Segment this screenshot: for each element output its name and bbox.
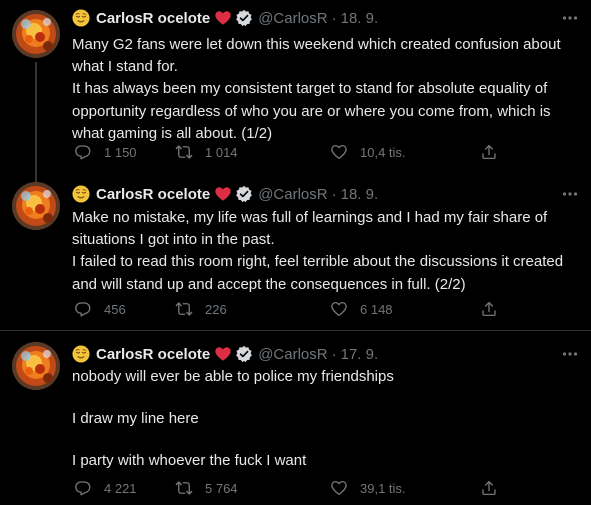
tweet-text-line: I draw my line here [72,410,199,428]
like-count: 6 148 [360,301,393,317]
retweet-button[interactable]: 1 014 [175,142,238,162]
retweet-count: 5 764 [205,480,238,496]
reply-button[interactable]: 1 150 [74,142,137,162]
reply-icon [74,300,92,318]
reply-button[interactable]: 4 221 [74,478,137,498]
red-heart-emoji-icon [214,9,232,27]
tweet-text-line: Make no mistake, my life was full of lea… [72,209,548,249]
more-icon[interactable] [561,8,579,28]
more-icon[interactable] [561,184,579,204]
tweet-actions: 1 150 1 014 10,4 tis. [72,142,502,162]
like-button[interactable]: 39,1 tis. [330,478,406,498]
share-button[interactable] [480,478,498,498]
tweet-text-line: I failed to read this room right, feel t… [72,253,564,293]
red-heart-emoji-icon [214,185,232,203]
tweet-actions: 4 221 5 764 39,1 tis. [72,478,502,498]
reply-count: 1 150 [104,144,137,160]
reply-icon [74,479,92,497]
author-handle[interactable]: @CarlosR [258,10,327,27]
retweet-icon [175,300,193,318]
tweet-header: CarlosR ocelote @CarlosR · 18. 9. [72,8,579,28]
avatar[interactable] [12,182,60,230]
verified-badge-icon [235,9,253,27]
tweet-text-line: I party with whoever the fuck I want [72,452,307,470]
like-button[interactable]: 10,4 tis. [330,142,406,162]
retweet-count: 226 [205,301,227,317]
reply-button[interactable]: 456 [74,299,126,319]
retweet-button[interactable]: 226 [175,299,227,319]
author-name[interactable]: CarlosR ocelote [96,186,210,203]
like-count: 10,4 tis. [360,144,406,160]
share-icon [480,300,498,318]
relieved-face-emoji-icon [72,345,90,363]
reply-count: 456 [104,301,126,317]
separator-dot: · [331,345,337,363]
retweet-count: 1 014 [205,144,238,160]
tweet-date[interactable]: 18. 9. [341,186,379,203]
retweet-icon [175,479,193,497]
share-button[interactable] [480,142,498,162]
tweet[interactable]: CarlosR ocelote @CarlosR · 18. 9. Many G… [0,0,591,182]
share-button[interactable] [480,299,498,319]
red-heart-emoji-icon [214,345,232,363]
share-icon [480,143,498,161]
avatar[interactable] [12,10,60,58]
relieved-face-emoji-icon [72,185,90,203]
tweet-date[interactable]: 18. 9. [341,10,379,27]
author-name[interactable]: CarlosR ocelote [96,346,210,363]
author-handle[interactable]: @CarlosR [258,186,327,203]
tweet-actions: 456 226 6 148 [72,299,502,319]
tweet-text: nobody will ever be able to police my fr… [72,366,582,493]
like-button[interactable]: 6 148 [330,299,393,319]
tweet-text-line: It has always been my consistent target … [72,80,551,142]
tweet[interactable]: CarlosR ocelote @CarlosR · 18. 9. Make n… [0,170,591,331]
more-icon[interactable] [561,344,579,364]
reply-icon [74,143,92,161]
retweet-button[interactable]: 5 764 [175,478,238,498]
verified-badge-icon [235,345,253,363]
tweet-text-line: Many G2 fans were let down this weekend … [72,36,561,76]
separator-dot: · [331,185,337,203]
like-count: 39,1 tis. [360,480,406,496]
tweet-header: CarlosR ocelote @CarlosR · 17. 9. [72,344,579,364]
avatar[interactable] [12,342,60,390]
like-icon [330,479,348,497]
reply-count: 4 221 [104,480,137,496]
author-name[interactable]: CarlosR ocelote [96,10,210,27]
like-icon [330,300,348,318]
author-handle[interactable]: @CarlosR [258,346,327,363]
tweet-header: CarlosR ocelote @CarlosR · 18. 9. [72,184,579,204]
like-icon [330,143,348,161]
thread-connector-line [35,62,37,182]
tweet[interactable]: CarlosR ocelote @CarlosR · 17. 9. nobody… [0,331,591,505]
separator-dot: · [331,9,337,27]
tweet-text-line: nobody will ever be able to police my fr… [72,368,394,385]
share-icon [480,479,498,497]
tweet-text: Make no mistake, my life was full of lea… [72,207,582,296]
tweet-text: Many G2 fans were let down this weekend … [72,34,582,145]
relieved-face-emoji-icon [72,9,90,27]
verified-badge-icon [235,185,253,203]
tweet-date[interactable]: 17. 9. [341,346,379,363]
retweet-icon [175,143,193,161]
